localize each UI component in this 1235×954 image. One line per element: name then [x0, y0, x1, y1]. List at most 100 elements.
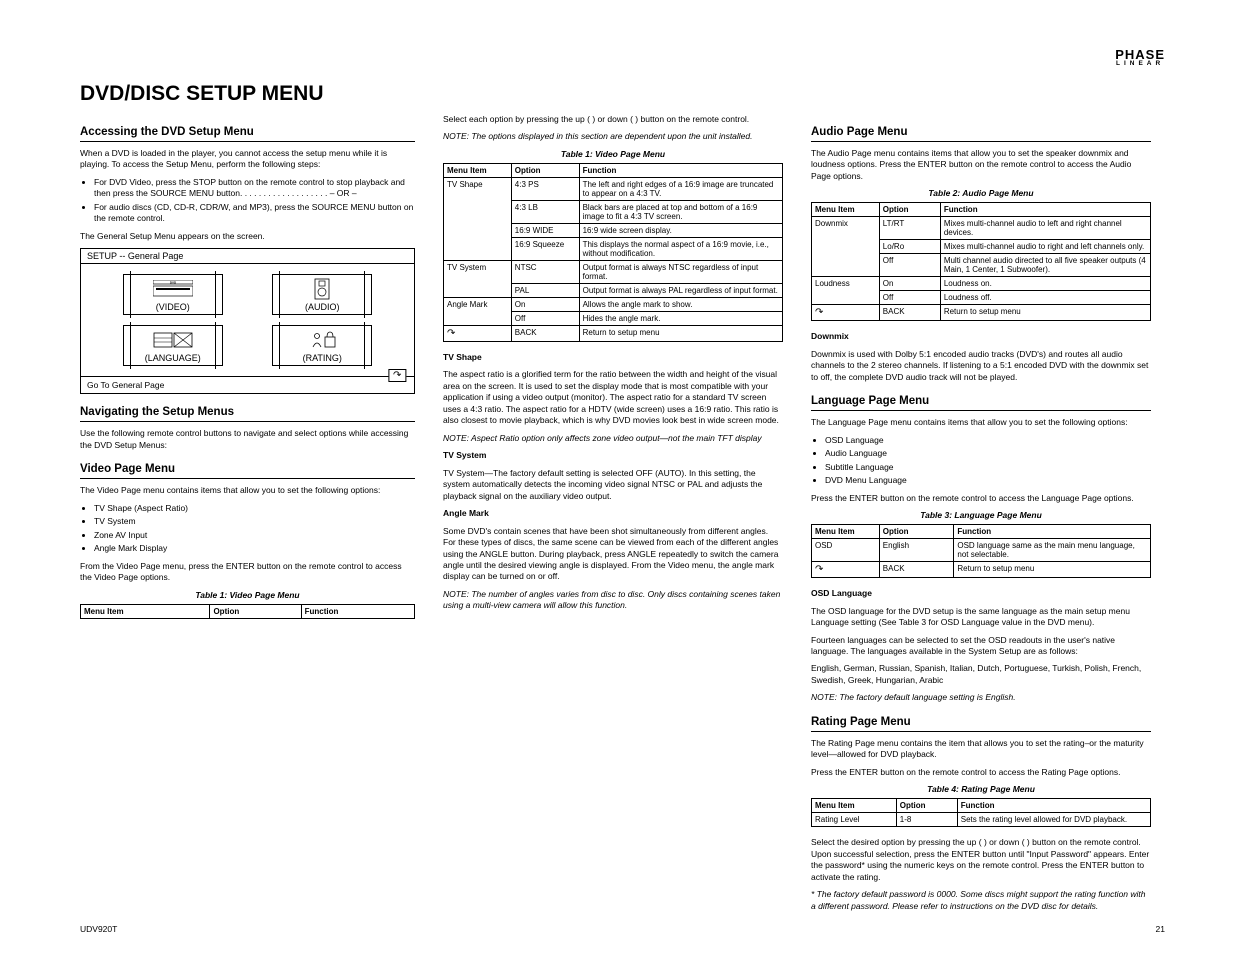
para: Some DVD's contain scenes that have been… [443, 526, 783, 583]
th: Option [511, 163, 579, 177]
td: Multi channel audio directed to all five… [940, 254, 1150, 277]
td: OSD [812, 539, 880, 562]
td: Return to setup menu [579, 325, 782, 341]
th: Function [579, 163, 782, 177]
th: Function [954, 525, 1151, 539]
back-icon[interactable]: ↶ [388, 369, 406, 382]
td: The left and right edges of a 16:9 image… [579, 177, 782, 200]
td: Hides the angle mark. [579, 311, 782, 325]
td: BACK [511, 325, 579, 341]
menu-rating-button[interactable]: (RATING) [272, 325, 372, 366]
dvd-icon: DVD [124, 278, 222, 300]
menu-label: (RATING) [273, 353, 371, 363]
menu-label: (LANGUAGE) [124, 353, 222, 363]
td: Return to setup menu [940, 305, 1150, 321]
td: Loudness off. [940, 291, 1150, 305]
back-icon [444, 325, 512, 341]
heading-video-page: Video Page Menu [80, 463, 415, 479]
td: Off [511, 311, 579, 325]
table-caption: Table 3: Language Page Menu [811, 510, 1151, 520]
td: 16:9 WIDE [511, 223, 579, 237]
th: Menu Item [812, 525, 880, 539]
para: English, German, Russian, Spanish, Itali… [811, 663, 1151, 686]
para: Select each option by pressing the up ( … [443, 114, 783, 125]
th: Function [301, 604, 414, 618]
back-icon [812, 305, 880, 321]
table-caption: Table 1: Video Page Menu [443, 149, 783, 159]
td: Downmix [812, 217, 880, 277]
para: The OSD language for the DVD setup is th… [811, 606, 1151, 629]
language-icon [124, 329, 222, 351]
td: Mixes multi-channel audio to right and l… [940, 240, 1150, 254]
note: * The factory default password is 0000. … [811, 889, 1151, 912]
td: PAL [511, 283, 579, 297]
para: TV System—The factory default setting is… [443, 468, 783, 502]
td: Output format is always NTSC regardless … [579, 260, 782, 283]
para: The Audio Page menu contains items that … [811, 148, 1151, 182]
td: Loudness [812, 277, 880, 305]
para: Press the ENTER button on the remote con… [811, 493, 1151, 504]
list-item: TV System [94, 516, 415, 527]
page-footer: UDV920T 21 [80, 924, 1165, 934]
td: Off [879, 254, 940, 277]
td: BACK [879, 305, 940, 321]
list-item: DVD Menu Language [825, 475, 1151, 486]
td: Rating Level [812, 813, 897, 827]
td: On [511, 297, 579, 311]
menu-label: (VIDEO) [124, 302, 222, 312]
note: NOTE: The options displayed in this sect… [443, 131, 783, 142]
note: NOTE: The factory default language setti… [811, 692, 1151, 703]
td: 1-8 [896, 813, 957, 827]
footer-page-number: 21 [1156, 924, 1165, 934]
table-video-page-header: Menu Item Option Function [80, 604, 415, 619]
page-title: DVD/DISC SETUP MENU [80, 82, 1185, 106]
menu-video-button[interactable]: DVD (VIDEO) [123, 274, 223, 315]
td: NTSC [511, 260, 579, 283]
td: Allows the angle mark to show. [579, 297, 782, 311]
td: LT/RT [879, 217, 940, 240]
screen-title: SETUP -- General Page [81, 249, 414, 264]
menu-label: (AUDIO) [273, 302, 371, 312]
para: The General Setup Menu appears on the sc… [80, 231, 415, 242]
rating-icon [273, 329, 371, 351]
list-item: Subtitle Language [825, 462, 1151, 473]
td: On [879, 277, 940, 291]
td: Black bars are placed at top and bottom … [579, 200, 782, 223]
th: Function [957, 799, 1150, 813]
th: Menu Item [812, 203, 880, 217]
table-audio-page: Menu Item Option Function Downmix LT/RT … [811, 202, 1151, 321]
td: Sets the rating level allowed for DVD pl… [957, 813, 1150, 827]
brand-logo: PHASE LINEAR [1115, 48, 1165, 68]
table-rating-page: Menu Item Option Function Rating Level 1… [811, 798, 1151, 827]
td: Return to setup menu [954, 562, 1151, 578]
table-caption: Table 2: Audio Page Menu [811, 188, 1151, 198]
svg-text:DVD: DVD [170, 281, 177, 285]
menu-language-button[interactable]: (LANGUAGE) [123, 325, 223, 366]
menu-audio-button[interactable]: (AUDIO) [272, 274, 372, 315]
list-item: Angle Mark Display [94, 543, 415, 554]
td: TV Shape [444, 177, 512, 260]
td: Angle Mark [444, 297, 512, 325]
subhead: TV Shape [443, 352, 482, 362]
subhead: Angle Mark [443, 508, 489, 518]
td: TV System [444, 260, 512, 297]
para: When a DVD is loaded in the player, you … [80, 148, 415, 171]
td: 4:3 PS [511, 177, 579, 200]
td: Output format is always PAL regardless o… [579, 283, 782, 297]
list-item: For DVD Video, press the STOP button on … [94, 177, 415, 200]
para: The Language Page menu contains items th… [811, 417, 1151, 428]
list-item: Zone AV Input [94, 530, 415, 541]
para: Select the desired option by pressing th… [811, 837, 1151, 883]
td: Mixes multi-channel audio to left and ri… [940, 217, 1150, 240]
list-item: For audio discs (CD, CD-R, CDR/W, and MP… [94, 202, 415, 225]
heading-rating-page: Rating Page Menu [811, 716, 1151, 732]
th: Option [896, 799, 957, 813]
para: Use the following remote control buttons… [80, 428, 415, 451]
back-icon [812, 562, 880, 578]
th: Function [940, 203, 1150, 217]
subhead: Downmix [811, 331, 849, 341]
para: The Video Page menu contains items that … [80, 485, 415, 496]
heading-audio-page: Audio Page Menu [811, 126, 1151, 142]
td: Lo/Ro [879, 240, 940, 254]
td: BACK [879, 562, 954, 578]
